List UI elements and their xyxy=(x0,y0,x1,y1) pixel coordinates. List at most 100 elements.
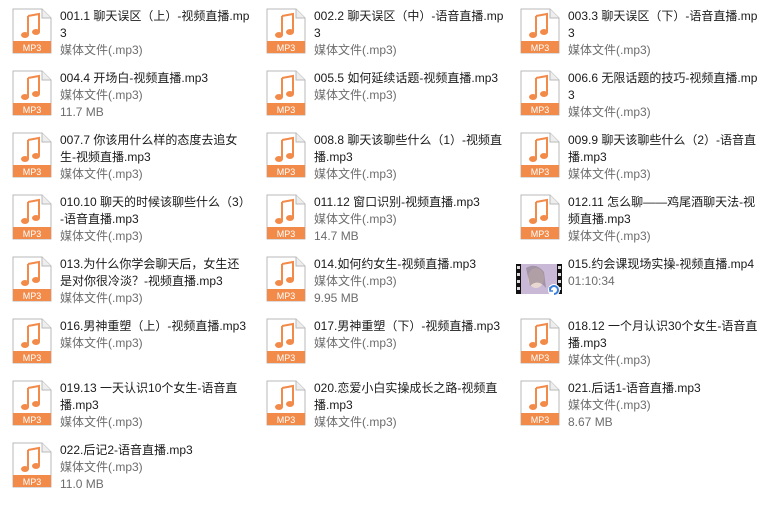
file-item[interactable]: MP3 006.6 无限话题的技巧-视频直播.mp3 媒体文件(.mp3) xyxy=(508,70,758,130)
mp3-audio-icon: MP3 xyxy=(520,194,560,240)
video-thumbnail-icon xyxy=(516,264,562,296)
file-text: 004.4 开场白-视频直播.mp3 媒体文件(.mp3) 11.7 MB xyxy=(60,70,250,121)
file-item[interactable]: MP3 020.恋爱小白实操成长之路-视频直播.mp3 媒体文件(.mp3) xyxy=(254,380,504,440)
file-type-label: MP3 xyxy=(23,105,42,115)
file-item[interactable]: MP3 009.9 聊天该聊些什么（2）-语音直播.mp3 媒体文件(.mp3) xyxy=(508,132,758,192)
mp3-audio-icon: MP3 xyxy=(12,318,52,364)
file-type-description: 媒体文件(.mp3) xyxy=(60,229,143,243)
file-type-label: MP3 xyxy=(277,43,296,53)
file-item[interactable]: MP3 021.后话1-语音直播.mp3 媒体文件(.mp3) 8.67 MB xyxy=(508,380,758,440)
file-item[interactable]: MP3 010.10 聊天的时候该聊些什么（3）-语音直播.mp3 媒体文件(.mp… xyxy=(0,194,250,254)
file-size: 9.95 MB xyxy=(314,291,359,305)
file-type-label: MP3 xyxy=(23,291,42,301)
file-name: 001.1 聊天误区（上）-视频直播.mp3 xyxy=(60,9,250,40)
file-type-description: 媒体文件(.mp3) xyxy=(60,167,143,181)
file-name: 017.男神重塑（下）-视频直播.mp3 xyxy=(314,319,501,333)
file-type-description: 媒体文件(.mp3) xyxy=(568,398,651,412)
file-text: 013.为什么你学会聊天后，女生还是对你很冷淡？-视频直播.mp3 媒体文件(.m… xyxy=(60,256,250,307)
file-item[interactable]: 015.约会课现场实操-视频直播.mp4 01:10:34 xyxy=(508,256,758,316)
file-type-description: 媒体文件(.mp3) xyxy=(60,88,143,102)
file-type-description: 媒体文件(.mp3) xyxy=(568,43,651,57)
file-text: 005.5 如何延续话题-视频直播.mp3 媒体文件(.mp3) xyxy=(314,70,504,104)
file-text: 010.10 聊天的时候该聊些什么（3）-语音直播.mp3 媒体文件(.mp3) xyxy=(60,194,250,245)
file-item[interactable]: MP3 001.1 聊天误区（上）-视频直播.mp3 媒体文件(.mp3) xyxy=(0,8,250,68)
file-type-label: MP3 xyxy=(277,353,296,363)
file-size: 11.0 MB xyxy=(60,477,104,491)
file-type-description: 媒体文件(.mp3) xyxy=(568,167,651,181)
file-text: 017.男神重塑（下）-视频直播.mp3 媒体文件(.mp3) xyxy=(314,318,504,352)
file-grid: MP3 001.1 聊天误区（上）-视频直播.mp3 媒体文件(.mp3) MP3 00… xyxy=(0,0,781,505)
file-name: 005.5 如何延续话题-视频直播.mp3 xyxy=(314,71,499,85)
mp3-audio-icon: MP3 xyxy=(520,380,560,426)
file-size: 14.7 MB xyxy=(314,229,359,243)
file-item[interactable]: MP3 019.13 一天认识10个女生-语音直播.mp3 媒体文件(.mp3) xyxy=(0,380,250,440)
file-item[interactable]: MP3 022.后记2-语音直播.mp3 媒体文件(.mp3) 11.0 MB xyxy=(0,442,250,502)
file-text: 008.8 聊天该聊些什么（1）-视频直播.mp3 媒体文件(.mp3) xyxy=(314,132,504,183)
file-text: 002.2 聊天误区（中）-语音直播.mp3 媒体文件(.mp3) xyxy=(314,8,504,59)
file-type-description: 媒体文件(.mp3) xyxy=(60,291,143,305)
file-type-label: MP3 xyxy=(23,167,42,177)
file-item[interactable]: MP3 004.4 开场白-视频直播.mp3 媒体文件(.mp3) 11.7 MB xyxy=(0,70,250,130)
file-size: 11.7 MB xyxy=(60,105,104,119)
file-text: 003.3 聊天误区（下）-语音直播.mp3 媒体文件(.mp3) xyxy=(568,8,758,59)
file-type-description: 媒体文件(.mp3) xyxy=(314,212,397,226)
file-name: 002.2 聊天误区（中）-语音直播.mp3 xyxy=(314,9,504,40)
file-name: 010.10 聊天的时候该聊些什么（3）-语音直播.mp3 xyxy=(60,195,245,226)
file-item[interactable]: MP3 007.7 你该用什么样的态度去追女生-视频直播.mp3 媒体文件(.mp3… xyxy=(0,132,250,192)
mp3-audio-icon: MP3 xyxy=(266,256,306,302)
file-item[interactable]: MP3 005.5 如何延续话题-视频直播.mp3 媒体文件(.mp3) xyxy=(254,70,504,130)
mp3-audio-icon: MP3 xyxy=(266,194,306,240)
mp3-audio-icon: MP3 xyxy=(266,132,306,178)
file-item[interactable]: MP3 008.8 聊天该聊些什么（1）-视频直播.mp3 媒体文件(.mp3) xyxy=(254,132,504,192)
file-text: 012.11 怎么聊——鸡尾酒聊天法-视频直播.mp3 媒体文件(.mp3) xyxy=(568,194,758,245)
file-text: 011.12 窗口识别-视频直播.mp3 媒体文件(.mp3) 14.7 MB xyxy=(314,194,504,245)
file-name: 014.如何约女生-视频直播.mp3 xyxy=(314,257,477,271)
file-type-label: MP3 xyxy=(23,353,42,363)
file-type-label: MP3 xyxy=(23,43,42,53)
file-text: 020.恋爱小白实操成长之路-视频直播.mp3 媒体文件(.mp3) xyxy=(314,380,504,431)
file-type-description: 媒体文件(.mp3) xyxy=(314,415,397,429)
file-name: 011.12 窗口识别-视频直播.mp3 xyxy=(314,195,480,209)
mp3-audio-icon: MP3 xyxy=(12,256,52,302)
file-item[interactable]: MP3 011.12 窗口识别-视频直播.mp3 媒体文件(.mp3) 14.7 MB xyxy=(254,194,504,254)
file-type-description: 媒体文件(.mp3) xyxy=(314,167,397,181)
file-name: 009.9 聊天该聊些什么（2）-语音直播.mp3 xyxy=(568,133,757,164)
file-name: 006.6 无限话题的技巧-视频直播.mp3 xyxy=(568,71,758,102)
file-type-description: 媒体文件(.mp3) xyxy=(568,105,651,119)
file-type-label: MP3 xyxy=(277,291,296,301)
file-text: 014.如何约女生-视频直播.mp3 媒体文件(.mp3) 9.95 MB xyxy=(314,256,504,307)
mp3-audio-icon: MP3 xyxy=(520,318,560,364)
file-item[interactable]: MP3 002.2 聊天误区（中）-语音直播.mp3 媒体文件(.mp3) xyxy=(254,8,504,68)
file-item[interactable]: MP3 014.如何约女生-视频直播.mp3 媒体文件(.mp3) 9.95 MB xyxy=(254,256,504,316)
file-type-label: MP3 xyxy=(277,105,296,115)
file-name: 013.为什么你学会聊天后，女生还是对你很冷淡？-视频直播.mp3 xyxy=(60,257,240,288)
file-item[interactable]: MP3 016.男神重塑（上）-视频直播.mp3 媒体文件(.mp3) xyxy=(0,318,250,378)
file-type-description: 媒体文件(.mp3) xyxy=(568,353,651,367)
mp3-audio-icon: MP3 xyxy=(520,132,560,178)
file-item[interactable]: MP3 012.11 怎么聊——鸡尾酒聊天法-视频直播.mp3 媒体文件(.mp3) xyxy=(508,194,758,254)
file-text: 015.约会课现场实操-视频直播.mp4 01:10:34 xyxy=(568,256,758,290)
file-type-label: MP3 xyxy=(23,229,42,239)
file-item[interactable]: MP3 003.3 聊天误区（下）-语音直播.mp3 媒体文件(.mp3) xyxy=(508,8,758,68)
file-type-label: MP3 xyxy=(531,105,550,115)
file-item[interactable]: MP3 013.为什么你学会聊天后，女生还是对你很冷淡？-视频直播.mp3 媒体文件… xyxy=(0,256,250,316)
file-name: 021.后话1-语音直播.mp3 xyxy=(568,381,701,395)
file-name: 019.13 一天认识10个女生-语音直播.mp3 xyxy=(60,381,238,412)
file-name: 012.11 怎么聊——鸡尾酒聊天法-视频直播.mp3 xyxy=(568,195,756,226)
file-type-label: MP3 xyxy=(531,167,550,177)
file-text: 006.6 无限话题的技巧-视频直播.mp3 媒体文件(.mp3) xyxy=(568,70,758,121)
file-type-label: MP3 xyxy=(531,353,550,363)
file-item[interactable]: MP3 017.男神重塑（下）-视频直播.mp3 媒体文件(.mp3) xyxy=(254,318,504,378)
file-type-label: MP3 xyxy=(531,229,550,239)
file-type-label: MP3 xyxy=(277,229,296,239)
file-name: 007.7 你该用什么样的态度去追女生-视频直播.mp3 xyxy=(60,133,238,164)
file-item[interactable]: MP3 018.12 一个月认识30个女生-语音直播.mp3 媒体文件(.mp3) xyxy=(508,318,758,378)
file-text: 009.9 聊天该聊些什么（2）-语音直播.mp3 媒体文件(.mp3) xyxy=(568,132,758,183)
file-type-description: 媒体文件(.mp3) xyxy=(314,336,397,350)
file-type-description: 媒体文件(.mp3) xyxy=(60,415,143,429)
file-text: 019.13 一天认识10个女生-语音直播.mp3 媒体文件(.mp3) xyxy=(60,380,250,431)
file-type-label: MP3 xyxy=(23,477,42,487)
file-type-label: MP3 xyxy=(531,43,550,53)
file-name: 016.男神重塑（上）-视频直播.mp3 xyxy=(60,319,247,333)
mp3-audio-icon: MP3 xyxy=(12,194,52,240)
